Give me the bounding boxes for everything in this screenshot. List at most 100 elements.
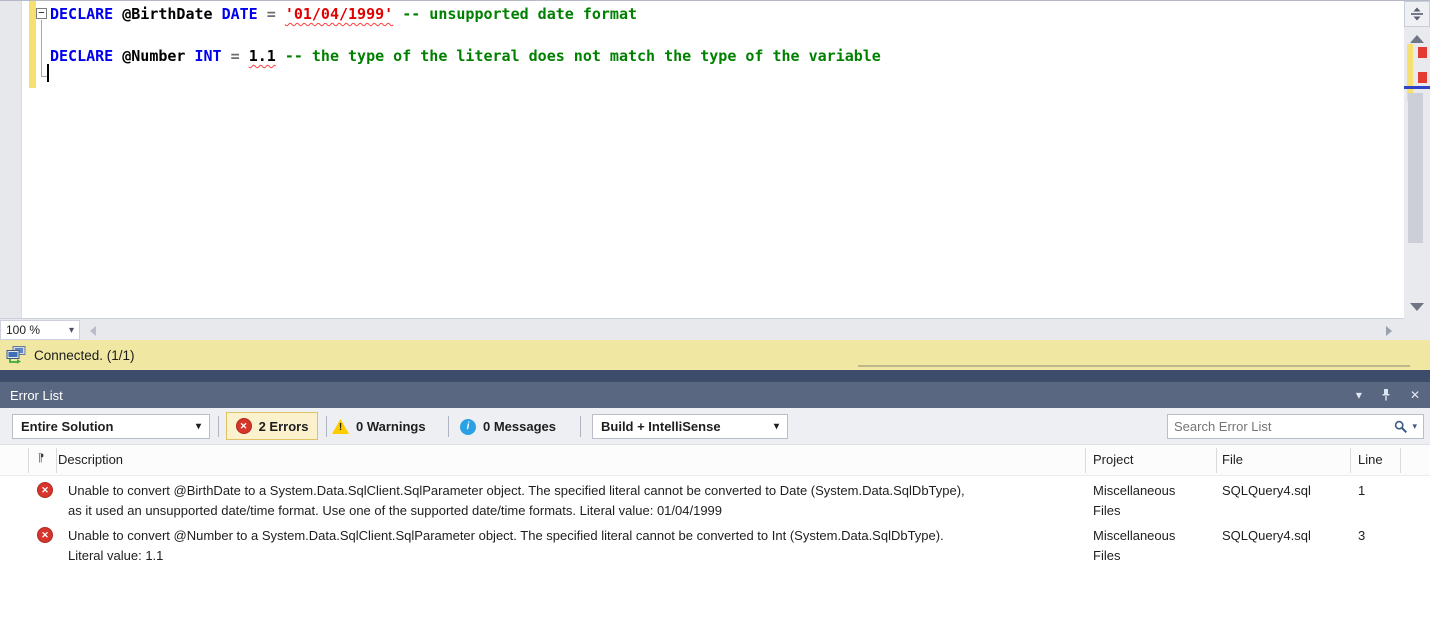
vertical-scrollbar[interactable] <box>1404 27 1430 319</box>
code-token: -- the type of the literal does not matc… <box>284 47 881 65</box>
error-row[interactable]: ✕ Unable to convert @BirthDate to a Syste… <box>0 476 1430 521</box>
warnings-count-label: 0 Warnings <box>356 419 426 434</box>
zoom-level-combo[interactable]: 100 % ▾ <box>0 320 80 340</box>
pin-icon[interactable] <box>1380 388 1392 402</box>
error-icon: ✕ <box>37 482 53 498</box>
build-filter-combo[interactable]: Build + IntelliSense ▾ <box>592 414 788 439</box>
code-token: DECLARE <box>50 47 114 65</box>
scrollbar-error-mark <box>1418 47 1427 58</box>
cell-description: Unable to convert @BirthDate to a System… <box>68 483 965 518</box>
chevron-down-icon: ▾ <box>68 324 74 336</box>
error-list-column-headers: ¶ Description Project File Line <box>0 445 1430 476</box>
scrollbar-caret-mark <box>1404 86 1430 89</box>
search-error-list-box[interactable]: ▾ <box>1167 414 1424 439</box>
connected-server-icon <box>6 346 26 364</box>
panel-divider-strip <box>0 370 1430 382</box>
scroll-up-button[interactable] <box>1410 35 1424 43</box>
scrollbar-corner <box>1404 318 1430 340</box>
column-separator[interactable] <box>1350 448 1351 473</box>
code-token: DECLARE <box>50 5 114 23</box>
toolbar-separator <box>580 416 581 437</box>
connection-status-text: Connected. (1/1) <box>34 347 135 363</box>
toolbar-separator <box>218 416 219 437</box>
error-icon: ✕ <box>37 527 53 543</box>
column-separator[interactable] <box>1085 448 1086 473</box>
text-caret <box>47 64 49 82</box>
scroll-right-button[interactable] <box>1386 326 1392 336</box>
toolbar-separator <box>448 416 449 437</box>
code-token: -- unsupported date format <box>402 5 638 23</box>
search-icon[interactable] <box>1394 420 1408 434</box>
cell-project: Miscellaneous Files <box>1093 483 1176 518</box>
editor-splitter-handle[interactable] <box>1404 1 1430 27</box>
track-changes-bar <box>29 1 36 88</box>
error-list-title-bar[interactable]: Error List ▾ ✕ <box>0 382 1430 408</box>
status-bar-divider <box>858 365 1410 367</box>
chevron-down-icon: ▾ <box>195 421 201 432</box>
scroll-down-button[interactable] <box>1410 303 1424 311</box>
code-line: DECLARE @BirthDate DATE = '01/04/1999' -… <box>50 4 637 25</box>
toolbar-separator <box>326 416 327 437</box>
error-row[interactable]: ✕ Unable to convert @Number to a System.D… <box>0 521 1430 566</box>
column-separator[interactable] <box>1216 448 1217 473</box>
column-separator[interactable] <box>56 448 57 473</box>
messages-toggle-button[interactable]: i 0 Messages <box>460 414 556 439</box>
column-header-file[interactable]: File <box>1222 452 1243 467</box>
scope-filter-value: Entire Solution <box>21 419 114 434</box>
warning-icon: ! <box>332 419 349 434</box>
chevron-down-icon[interactable]: ▾ <box>1412 421 1417 432</box>
fold-collapse-icon[interactable]: − <box>36 8 47 19</box>
code-token: = <box>230 47 240 65</box>
cell-project: Miscellaneous Files <box>1093 528 1176 563</box>
scroll-left-button[interactable] <box>90 326 96 336</box>
splitter-icon <box>1411 7 1423 21</box>
sql-editor[interactable]: − DECLARE @BirthDate DATE = '01/04/1999'… <box>0 0 1430 319</box>
error-list-panel: Error List ▾ ✕ Entire Solution ▾ ✕ 2 Err… <box>0 382 1430 620</box>
code-token: @Number <box>122 47 186 65</box>
cell-file: SQLQuery4.sql <box>1222 528 1311 543</box>
column-separator[interactable] <box>1400 448 1401 473</box>
column-header-line[interactable]: Line <box>1358 452 1383 467</box>
chevron-down-icon: ▾ <box>773 421 779 432</box>
zoom-level-value: 100 % <box>6 323 41 337</box>
code-line: DECLARE @Number INT = 1.1 -- the type of… <box>50 46 881 67</box>
breakpoint-gutter[interactable] <box>0 1 22 319</box>
info-icon: i <box>460 418 476 435</box>
column-header-description[interactable]: Description <box>58 452 123 467</box>
code-token: 1.1 <box>248 47 276 65</box>
error-icon: ✕ <box>235 418 252 434</box>
error-list-toolbar: Entire Solution ▾ ✕ 2 Errors ! 0 Warning… <box>0 408 1430 445</box>
scrollbar-error-mark <box>1418 72 1427 83</box>
horizontal-scrollbar[interactable]: 100 % ▾ <box>0 318 1404 340</box>
code-token: '01/04/1999' <box>284 5 394 23</box>
cell-line: 1 <box>1358 483 1366 498</box>
errors-toggle-button[interactable]: ✕ 2 Errors <box>226 412 318 440</box>
scope-filter-combo[interactable]: Entire Solution ▾ <box>12 414 210 439</box>
severity-category-icon[interactable]: ¶ <box>38 452 44 464</box>
errors-count-label: 2 Errors <box>258 418 309 434</box>
column-separator[interactable] <box>28 448 29 473</box>
cell-file: SQLQuery4.sql <box>1222 483 1311 498</box>
editor-status-bar: Connected. (1/1) <box>0 340 1430 370</box>
messages-count-label: 0 Messages <box>483 419 556 434</box>
error-rows: ✕ Unable to convert @BirthDate to a Syste… <box>0 476 1430 566</box>
code-token: @BirthDate <box>122 5 213 23</box>
scrollbar-thumb[interactable] <box>1408 93 1423 243</box>
close-icon[interactable]: ✕ <box>1410 388 1420 402</box>
fold-region-line <box>41 20 42 76</box>
window-position-menu-icon[interactable]: ▾ <box>1356 388 1362 402</box>
code-token: = <box>266 5 276 23</box>
warnings-toggle-button[interactable]: ! 0 Warnings <box>332 414 426 439</box>
build-filter-value: Build + IntelliSense <box>601 419 721 434</box>
search-input[interactable] <box>1174 419 1391 434</box>
column-header-project[interactable]: Project <box>1093 452 1133 467</box>
